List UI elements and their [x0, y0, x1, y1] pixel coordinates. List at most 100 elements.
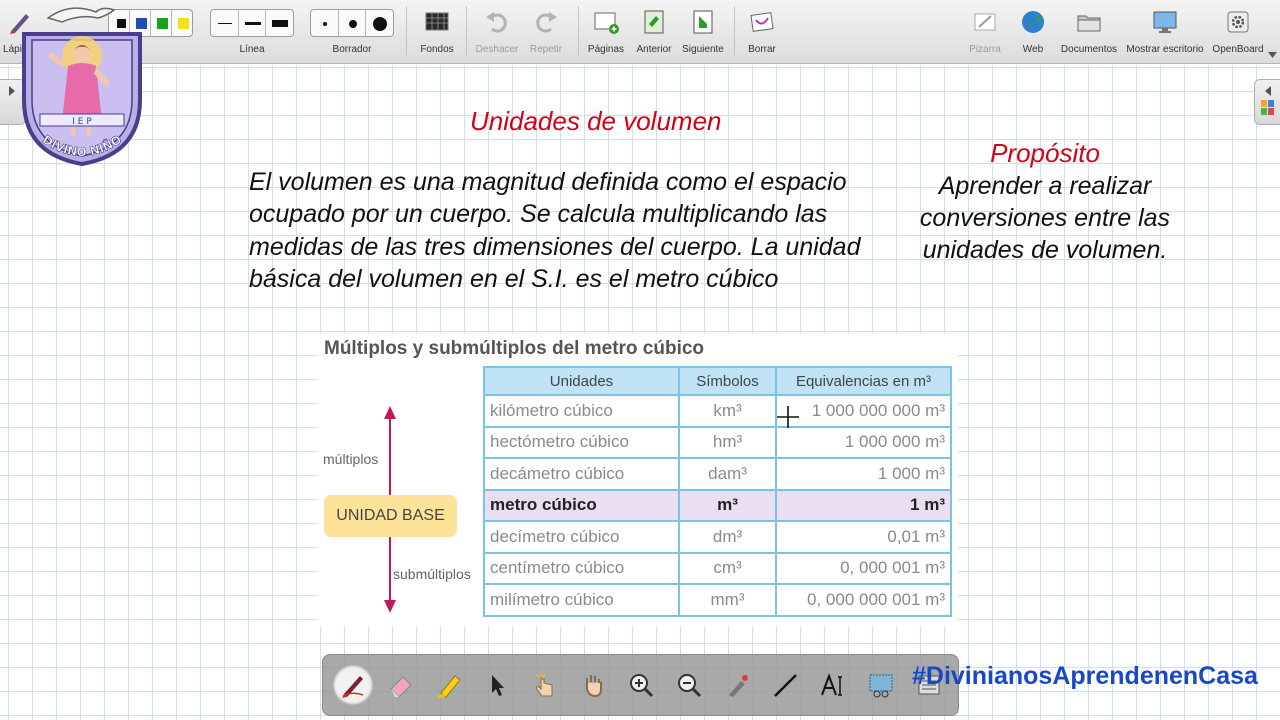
zoom-in-tool[interactable]	[621, 665, 661, 705]
backgrounds-button[interactable]: Fondos	[415, 0, 459, 64]
clear-page-button[interactable]: Borrar	[740, 0, 784, 64]
documents-button[interactable]: Documentos	[1058, 0, 1120, 64]
table-row: kilómetro cúbico km³ 1 000 000 000 m³	[483, 394, 952, 428]
redo-button[interactable]: Repetir	[522, 0, 570, 64]
undo-button[interactable]: Deshacer	[472, 0, 522, 64]
unit-symbol-cell: dm³	[678, 520, 777, 554]
undo-icon	[486, 12, 507, 33]
text-tool[interactable]	[813, 665, 853, 705]
toolbar-divider	[734, 6, 735, 56]
web-button[interactable]: Web	[1012, 0, 1054, 64]
laser-pointer-icon	[729, 675, 748, 697]
eraser-label-wrap: Borrador	[332, 44, 372, 55]
line-icon	[774, 674, 797, 697]
show-desktop-button[interactable]: Mostrar escritorio	[1122, 0, 1208, 64]
main-toolbar: Lápiz Línea Borrador Fondos Deshacer Rep…	[0, 0, 1280, 64]
unit-name-cell: centímetro cúbico	[483, 551, 680, 585]
pan-tool[interactable]	[573, 665, 613, 705]
text-icon	[821, 673, 842, 696]
interact-tool[interactable]	[525, 665, 565, 705]
table-row: decímetro cúbico dm³ 0,01 m³	[483, 520, 952, 554]
unit-name-cell: milímetro cúbico	[483, 583, 680, 617]
unit-base-badge: UNIDAD BASE	[324, 495, 457, 537]
previous-page-button[interactable]: Anterior	[632, 0, 676, 64]
table-heading: Múltiplos y submúltiplos del metro cúbic…	[324, 338, 705, 359]
folder-icon	[1077, 15, 1101, 32]
unit-name-cell: metro cúbico	[483, 488, 680, 522]
purpose-heading: Propósito	[990, 138, 1100, 168]
unit-equivalence-cell: 0, 000 001 m³	[775, 551, 952, 585]
library-icon	[1261, 100, 1274, 115]
crosshair-cursor-icon	[777, 406, 799, 428]
previous-page-icon	[644, 10, 664, 34]
toolbar-divider	[406, 6, 407, 56]
unit-equivalence-cell: 0, 000 000 001 m³	[775, 583, 952, 617]
arrow-cursor-icon	[492, 675, 504, 696]
gear-icon	[1227, 11, 1249, 33]
unit-name-cell: kilómetro cúbico	[483, 394, 680, 428]
table-row: hectómetro cúbico hm³ 1 000 000 m³	[483, 425, 952, 459]
board-mode-button[interactable]: Pizarra	[962, 0, 1008, 64]
line-label-wrap: Línea	[239, 44, 265, 55]
hashtag-caption: #DivinianosAprendenenCasa	[912, 662, 1258, 690]
openboard-menu-button[interactable]: OpenBoard	[1210, 0, 1266, 64]
globe-icon	[1022, 11, 1044, 33]
chevron-down-icon[interactable]	[1268, 52, 1277, 58]
zoom-out-icon	[678, 674, 702, 698]
column-header-equivalences: Equivalencias en m³	[775, 366, 952, 396]
logo-letters: I E P	[72, 117, 92, 127]
highlighter-icon	[437, 675, 461, 699]
table-header-row: Unidades Símbolos Equivalencias en m³	[483, 366, 952, 396]
table-row: decámetro cúbico dam³ 1 000 m³	[483, 457, 952, 491]
right-panel-toggle[interactable]	[1254, 79, 1280, 125]
unit-name-cell: decámetro cúbico	[483, 457, 680, 491]
unit-name-cell: hectómetro cúbico	[483, 425, 680, 459]
unit-symbol-cell: cm³	[678, 551, 777, 585]
chevron-left-icon	[1265, 86, 1271, 96]
highlighter-tool[interactable]	[429, 665, 469, 705]
whiteboard-icon	[974, 13, 996, 31]
column-header-units: Unidades	[483, 366, 680, 396]
school-logo: I E P DIVINO NIÑO	[22, 7, 142, 167]
pointing-hand-icon	[535, 673, 553, 697]
unit-equivalence-cell: 1 000 m³	[775, 457, 952, 491]
drawing-tools-dock	[322, 654, 959, 716]
unit-symbol-cell: hm³	[678, 425, 777, 459]
units-table-card[interactable]: Múltiplos y submúltiplos del metro cúbic…	[318, 334, 958, 626]
monitor-icon	[1153, 11, 1177, 33]
color-swatch-yellow[interactable]	[172, 10, 192, 36]
unit-equivalence-cell: 0,01 m³	[775, 520, 952, 554]
arrow-up-icon	[384, 406, 396, 419]
eraser-icon	[390, 676, 412, 698]
unit-equivalence-cell: 1 000 000 m³	[775, 425, 952, 459]
next-page-icon	[693, 10, 713, 34]
next-page-button[interactable]: Siguiente	[680, 0, 726, 64]
pen-tool[interactable]	[333, 665, 373, 705]
toolbar-divider	[578, 6, 579, 56]
pages-button[interactable]: Páginas	[584, 0, 628, 64]
unit-equivalence-cell: 1 m³	[775, 488, 952, 522]
slide-title: Unidades de volumen	[470, 106, 722, 136]
laser-pointer-tool[interactable]	[717, 665, 757, 705]
unit-symbol-cell: m³	[678, 488, 777, 522]
add-page-icon	[594, 12, 619, 34]
grid-background-icon	[425, 12, 449, 31]
toolbar-divider	[466, 6, 467, 56]
select-tool[interactable]	[477, 665, 517, 705]
line-tool[interactable]	[765, 665, 805, 705]
definition-text: El volumen es una magnitud definida como…	[249, 168, 861, 294]
table-row: centímetro cúbico cm³ 0, 000 001 m³	[483, 551, 952, 585]
purpose-text: Aprender a realizar conversiones entre l…	[919, 172, 1171, 264]
zoom-out-tool[interactable]	[669, 665, 709, 705]
hand-icon	[586, 675, 602, 698]
unit-equivalence-cell: 1 000 000 000 m³	[775, 394, 952, 428]
unit-symbol-cell: dam³	[678, 457, 777, 491]
clear-page-icon	[750, 12, 774, 32]
eraser-tool[interactable]	[381, 665, 421, 705]
screen-capture-icon	[869, 674, 893, 698]
multiples-label: múltiplos	[323, 451, 379, 467]
capture-tool[interactable]	[861, 665, 901, 705]
unit-symbol-cell: mm³	[678, 583, 777, 617]
unit-name-cell: decímetro cúbico	[483, 520, 680, 554]
column-header-symbols: Símbolos	[678, 366, 777, 396]
